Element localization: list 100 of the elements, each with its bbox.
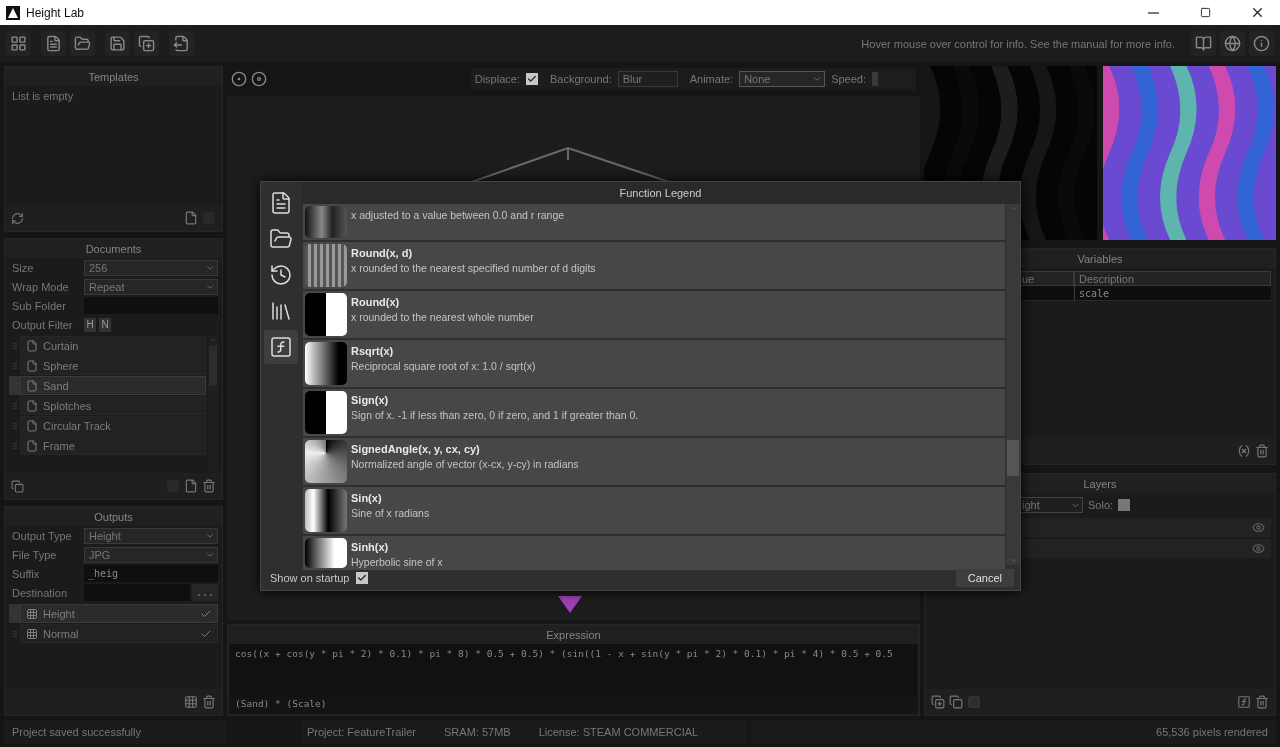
function-row[interactable]: Sign(x) Sign of x. -1 if less than zero, 0 if zero, and 1 if greater than 0.	[303, 389, 1005, 436]
document-icon	[26, 419, 38, 432]
scrollbar[interactable]	[208, 336, 218, 471]
trash-icon[interactable]	[1255, 695, 1269, 709]
window-title: Height Lab	[26, 5, 85, 20]
copy-icon[interactable]	[949, 695, 963, 709]
info-icon	[1253, 35, 1270, 52]
refresh-icon[interactable]	[11, 211, 24, 225]
new-document-button[interactable]	[41, 31, 66, 56]
solo-checkbox[interactable]	[1118, 499, 1131, 511]
empty-list-text: List is empty	[12, 90, 74, 102]
export-button[interactable]	[169, 31, 194, 56]
document-icon	[26, 399, 38, 412]
trash-icon[interactable]	[1255, 444, 1269, 458]
document-icon	[26, 379, 38, 392]
document-item[interactable]: Sphere	[20, 356, 206, 375]
function-row[interactable]: Round(x) x rounded to the nearest whole number	[303, 291, 1005, 338]
scroll-up-icon	[209, 336, 217, 344]
trash-icon[interactable]	[202, 695, 216, 709]
cancel-button[interactable]: Cancel	[955, 568, 1014, 587]
function-row[interactable]: Rsqrt(x) Reciprocal square root of x: 1.0 / sqrt(x)	[303, 340, 1005, 387]
input-field[interactable]: _heig	[84, 565, 218, 582]
document-icon[interactable]	[184, 211, 198, 225]
copy-icon[interactable]	[11, 479, 24, 493]
function-description: x adjusted to a value between 0.0 and r range	[351, 209, 565, 221]
output-item[interactable]: Normal	[20, 624, 218, 643]
scroll-thumb[interactable]	[1007, 440, 1019, 476]
variable-icon[interactable]	[1237, 444, 1251, 458]
book-icon	[1195, 35, 1212, 52]
function-row[interactable]: Sin(x) Sine of x radians	[303, 487, 1005, 534]
function-name: Sign(x)	[351, 394, 390, 406]
animate-select[interactable]: None	[739, 71, 826, 87]
trash-icon[interactable]	[202, 479, 216, 493]
eye-icon[interactable]	[1252, 542, 1265, 555]
expression-field[interactable]: cos((x + cos(y * pi * 2) * 0.1) * pi * 8) * 0.5 + 0.5) * (sin((1 - x + sin(y * pi * 2) * 0.1) * pi * 4) * 0.5 + 0.5	[230, 644, 917, 697]
function-icon[interactable]	[1237, 695, 1251, 709]
function-name: SignedAngle(x, y, cx, cy)	[351, 443, 481, 455]
function-thumbnail	[305, 342, 347, 385]
memory-usage: SRAM: 57MB	[444, 726, 511, 738]
filter-toggle[interactable]: H	[84, 317, 96, 332]
document-item[interactable]: Splotches	[20, 396, 206, 415]
output-port-icon	[558, 596, 582, 613]
function-icon	[269, 335, 293, 359]
output-item[interactable]: Height	[20, 604, 218, 623]
document-item[interactable]: Sand	[20, 376, 206, 395]
function-description: Sine of x radians	[351, 507, 430, 519]
field-label: Solo:	[1088, 499, 1114, 511]
column-header: Description	[1074, 271, 1271, 286]
function-row[interactable]: Sinh(x) Hyperbolic sine of x	[303, 536, 1005, 570]
select-field[interactable]: Repeat	[84, 278, 218, 295]
function-description: Normalized angle of vector (x-cx, y-cy) in radians	[351, 458, 579, 470]
save-button[interactable]	[105, 31, 130, 56]
field-label: Animate:	[689, 73, 734, 85]
scroll-up-icon	[1008, 204, 1018, 213]
duplicate-button[interactable]	[134, 31, 159, 56]
function-description: Reciprocal square root of x: 1.0 / sqrt(x)	[351, 360, 536, 372]
field-label: Displace:	[474, 73, 520, 85]
select-field[interactable]: Height	[84, 527, 218, 544]
scrollbar[interactable]	[1006, 204, 1020, 565]
panel-title: Expression	[228, 625, 919, 644]
drag-handle[interactable]	[9, 376, 20, 395]
slider-handle[interactable]	[872, 72, 878, 86]
document-item[interactable]: Curtain	[20, 336, 206, 355]
sphere-icon[interactable]	[231, 71, 247, 87]
function-row[interactable]: SignedAngle(x, y, cx, cy) Normalized angle of vector (x-cx, y-cy) in radians	[303, 438, 1005, 485]
eye-icon[interactable]	[1252, 521, 1265, 534]
sphere-icon[interactable]	[251, 71, 267, 87]
function-row[interactable]: Round(x, d) x rounded to the nearest specified number of d digits	[303, 242, 1005, 289]
function-description: Sign of x. -1 if less than zero, 0 if zero, and 1 if greater than 0.	[351, 409, 639, 421]
select-field[interactable]: 256	[84, 259, 218, 276]
open-button[interactable]	[70, 31, 95, 56]
checker-icon[interactable]	[184, 695, 198, 709]
function-row[interactable]: x adjusted to a value between 0.0 and r range	[303, 204, 1005, 240]
new-document-icon[interactable]	[184, 479, 198, 493]
manual-button[interactable]	[1191, 31, 1216, 56]
filter-toggle[interactable]: N	[99, 317, 111, 332]
startup-checkbox[interactable]	[355, 571, 368, 584]
function-tab[interactable]	[264, 330, 298, 364]
add-layer-icon[interactable]	[931, 695, 945, 709]
function-thumbnail	[305, 440, 347, 483]
folder-icon	[74, 35, 91, 52]
field-label: Suffix	[12, 567, 41, 580]
globe-icon	[1224, 35, 1241, 52]
field-label: Size	[12, 261, 35, 274]
web-button[interactable]	[1220, 31, 1245, 56]
displace-checkbox[interactable]	[525, 73, 538, 85]
browse-button[interactable]: ...	[191, 584, 218, 601]
background-field[interactable]: Blur	[617, 71, 678, 87]
function-thumbnail	[305, 293, 347, 336]
info-button[interactable]	[1249, 31, 1274, 56]
grid-button[interactable]	[6, 31, 31, 56]
document-item[interactable]: Circular Track	[20, 416, 206, 435]
duplicate-icon	[138, 35, 155, 52]
function-name: Round(x)	[351, 296, 401, 308]
drag-handle[interactable]	[9, 604, 20, 623]
document-icon	[26, 359, 38, 372]
field-label: Background:	[549, 73, 612, 85]
select-field[interactable]: JPG	[84, 546, 218, 563]
document-icon	[26, 439, 38, 452]
document-item[interactable]: Frame	[20, 436, 206, 455]
